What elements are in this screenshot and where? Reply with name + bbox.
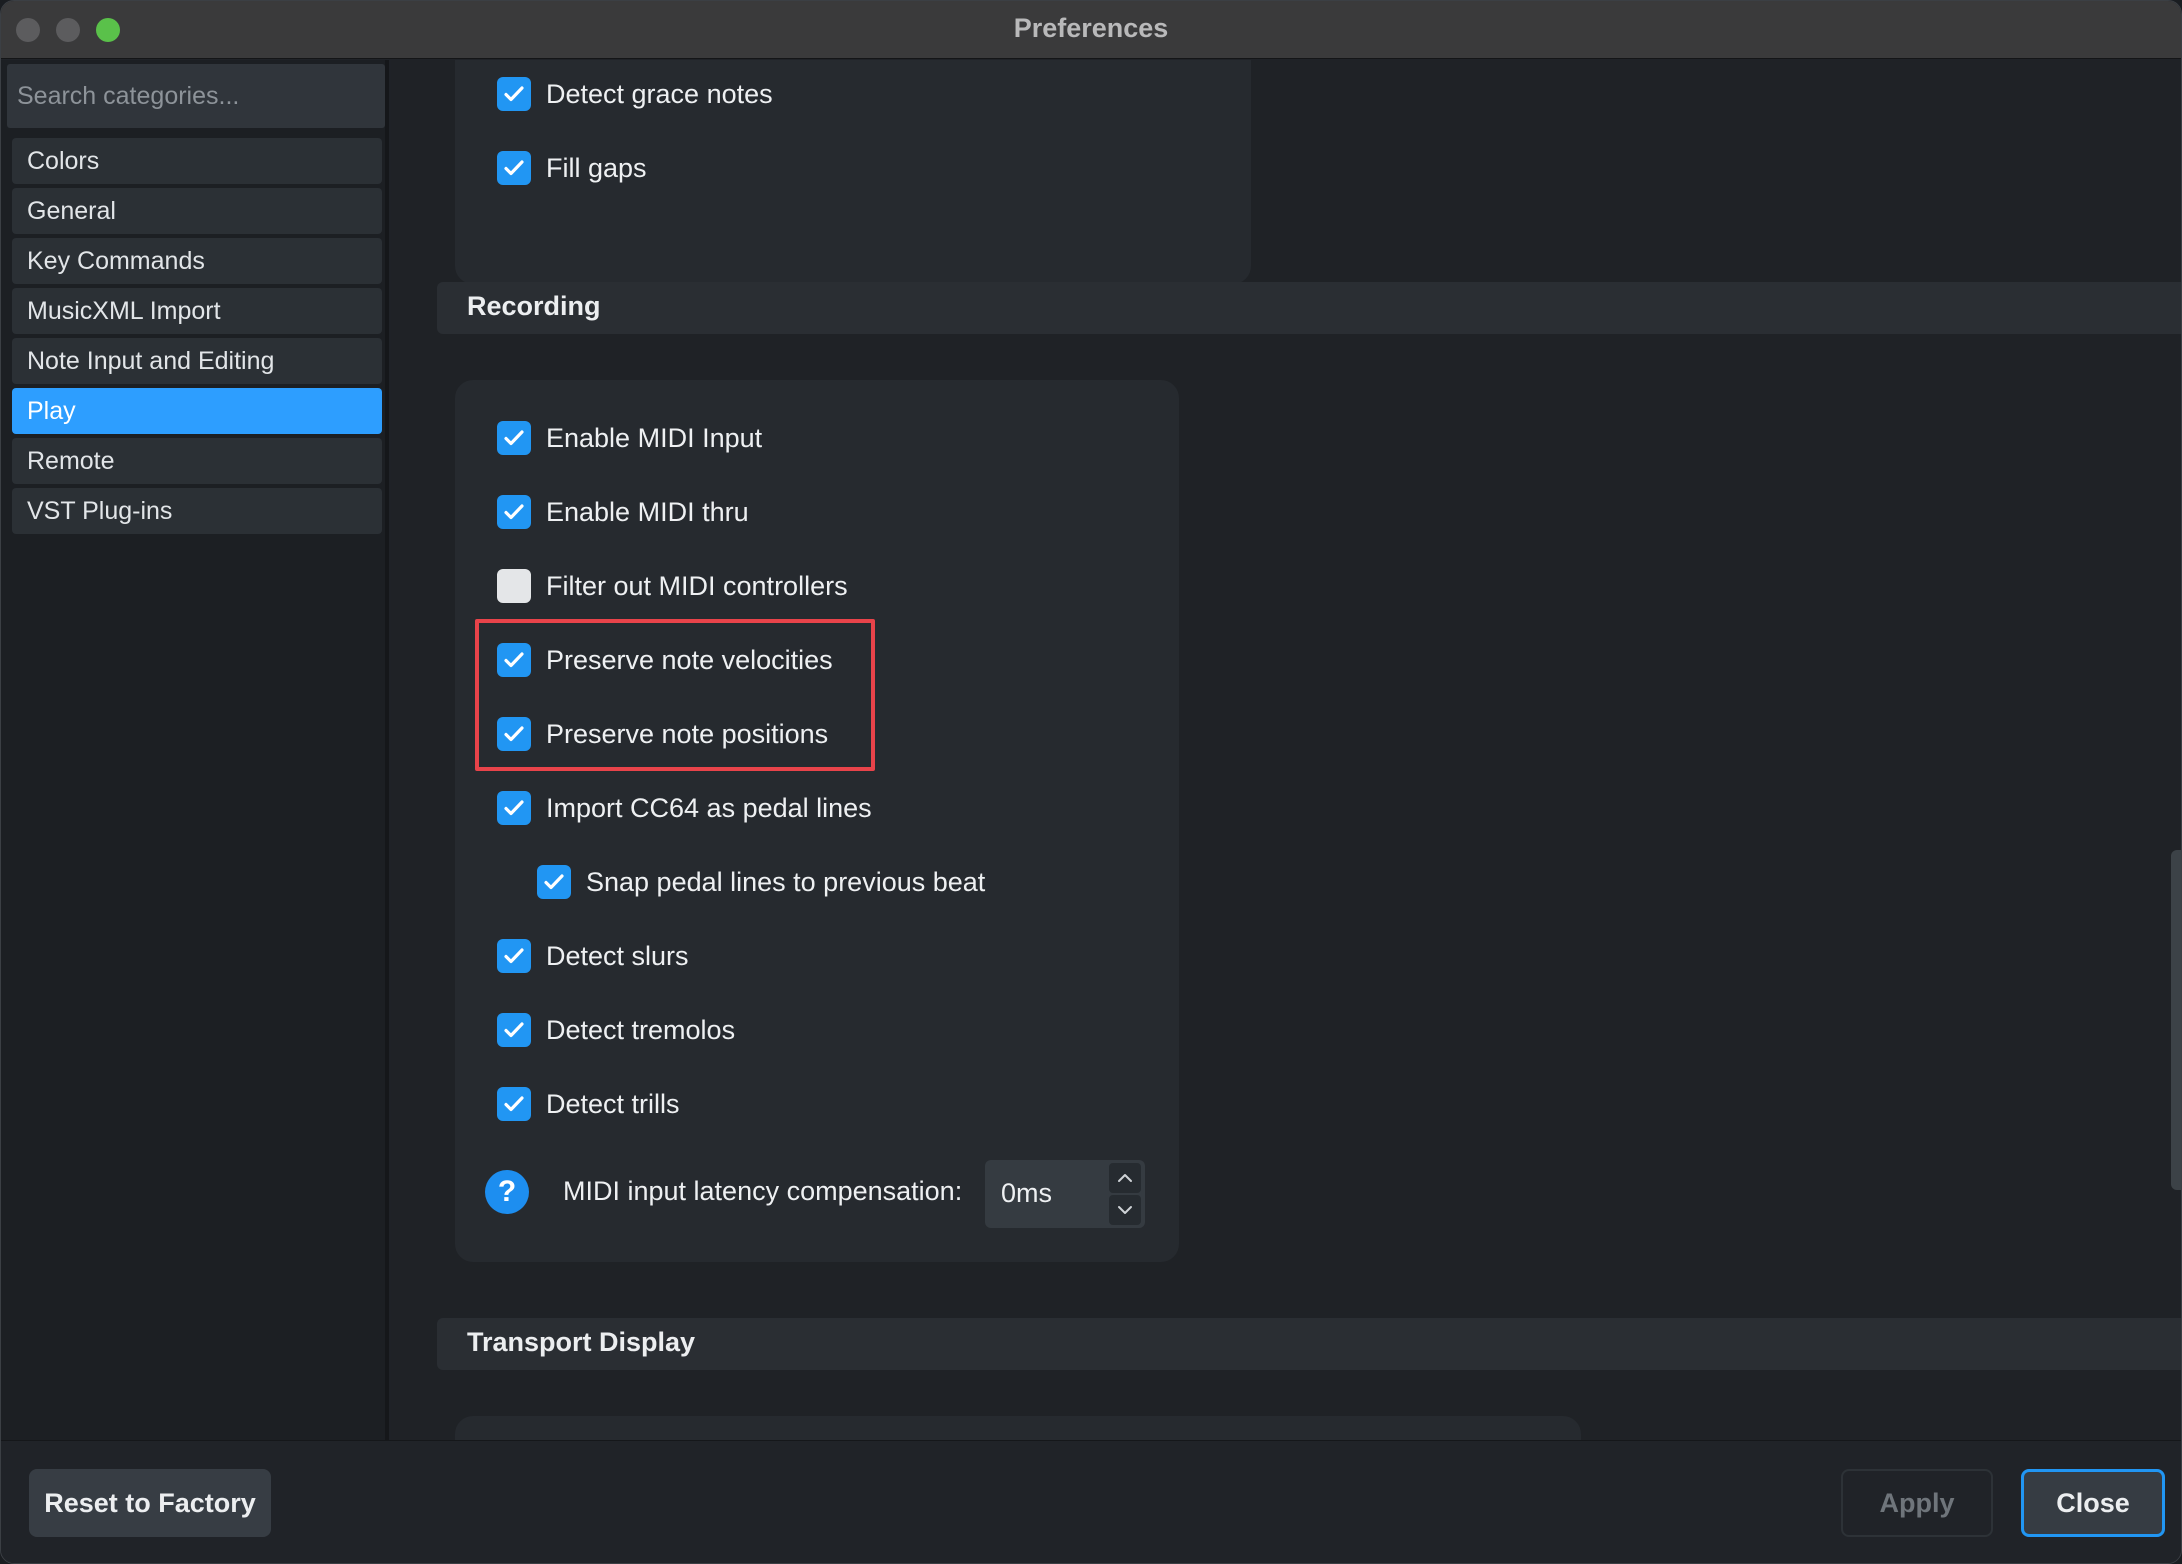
checkbox-unchecked-icon[interactable] xyxy=(497,569,531,603)
option-detect-tremolos[interactable]: Detect tremolos xyxy=(497,1010,735,1050)
section-title: Transport Display xyxy=(467,1327,696,1357)
option-detect-slurs[interactable]: Detect slurs xyxy=(497,936,689,976)
option-label: Fill gaps xyxy=(546,152,647,183)
option-label: Import CC64 as pedal lines xyxy=(546,792,872,823)
option-preserve-note-positions[interactable]: Preserve note positions xyxy=(497,714,828,754)
option-preserve-note-velocities[interactable]: Preserve note velocities xyxy=(497,640,833,680)
midi-latency-value[interactable]: 0ms xyxy=(1001,1178,1052,1209)
checkbox-checked-icon[interactable] xyxy=(497,1013,531,1047)
sidebar-item-play[interactable]: Play xyxy=(12,388,382,434)
option-detect-trills[interactable]: Detect trills xyxy=(497,1084,680,1124)
vertical-scrollbar[interactable] xyxy=(2171,850,2181,1190)
option-label: Preserve note velocities xyxy=(546,644,833,675)
section-header-transport-display: Transport Display xyxy=(437,1318,2181,1370)
option-label: Enable MIDI Input xyxy=(546,422,763,453)
checkbox-checked-icon[interactable] xyxy=(497,77,531,111)
sidebar-item-general[interactable]: General xyxy=(12,188,382,234)
sidebar-item-key-commands[interactable]: Key Commands xyxy=(12,238,382,284)
reset-to-factory-button[interactable]: Reset to Factory xyxy=(29,1469,271,1537)
help-icon[interactable]: ? xyxy=(485,1170,529,1214)
option-label: Snap pedal lines to previous beat xyxy=(586,866,986,897)
option-detect-grace-notes[interactable]: Detect grace notes xyxy=(497,74,773,114)
title-bar: Preferences xyxy=(1,1,2181,59)
option-enable-midi-thru[interactable]: Enable MIDI thru xyxy=(497,492,749,532)
sidebar-item-musicxml-import[interactable]: MusicXML Import xyxy=(12,288,382,334)
option-enable-midi-input[interactable]: Enable MIDI Input xyxy=(497,418,762,458)
checkbox-checked-icon[interactable] xyxy=(497,939,531,973)
search-categories-input[interactable] xyxy=(7,64,385,128)
apply-button[interactable]: Apply xyxy=(1841,1469,1993,1537)
option-snap-pedal-lines-to-previous-beat[interactable]: Snap pedal lines to previous beat xyxy=(537,862,985,902)
sidebar-item-colors[interactable]: Colors xyxy=(12,138,382,184)
dialog-footer: Reset to Factory Apply Close xyxy=(1,1440,2181,1563)
checkbox-checked-icon[interactable] xyxy=(497,791,531,825)
checkbox-checked-icon[interactable] xyxy=(497,717,531,751)
transport-display-panel xyxy=(455,1416,1581,1440)
sidebar-item-note-input-and-editing[interactable]: Note Input and Editing xyxy=(12,338,382,384)
checkbox-checked-icon[interactable] xyxy=(497,495,531,529)
checkbox-checked-icon[interactable] xyxy=(497,151,531,185)
option-label: Filter out MIDI controllers xyxy=(546,570,848,601)
chevron-up-icon[interactable] xyxy=(1109,1163,1141,1193)
preferences-content: Detect grace notes Fill gaps Recording E… xyxy=(391,60,2181,1440)
section-title: Recording xyxy=(467,291,601,321)
section-header-recording: Recording xyxy=(437,282,2181,334)
midi-latency-stepper[interactable]: 0ms xyxy=(985,1160,1145,1228)
checkbox-checked-icon[interactable] xyxy=(497,1087,531,1121)
checkbox-checked-icon[interactable] xyxy=(497,643,531,677)
close-button[interactable]: Close xyxy=(2021,1469,2165,1537)
midi-latency-label: MIDI input latency compensation: xyxy=(563,1176,963,1206)
chevron-down-icon[interactable] xyxy=(1109,1195,1141,1225)
option-label: Detect tremolos xyxy=(546,1014,736,1045)
checkbox-checked-icon[interactable] xyxy=(537,865,571,899)
checkbox-checked-icon[interactable] xyxy=(497,421,531,455)
option-filter-out-midi-controllers[interactable]: Filter out MIDI controllers xyxy=(497,566,848,606)
window-title: Preferences xyxy=(1013,13,1169,43)
category-sidebar: Colors General Key Commands MusicXML Imp… xyxy=(1,60,389,1440)
option-label: Preserve note positions xyxy=(546,718,829,749)
sidebar-item-remote[interactable]: Remote xyxy=(12,438,382,484)
option-import-cc64-as-pedal-lines[interactable]: Import CC64 as pedal lines xyxy=(497,788,872,828)
category-list: Colors General Key Commands MusicXML Imp… xyxy=(12,138,382,538)
option-label: Detect trills xyxy=(546,1088,680,1119)
option-fill-gaps[interactable]: Fill gaps xyxy=(497,148,647,188)
preferences-window: Preferences Colors General Key Commands … xyxy=(0,0,2182,1564)
sidebar-item-vst-plug-ins[interactable]: VST Plug-ins xyxy=(12,488,382,534)
option-label: Detect grace notes xyxy=(546,78,773,109)
option-label: Enable MIDI thru xyxy=(546,496,749,527)
option-label: Detect slurs xyxy=(546,940,689,971)
